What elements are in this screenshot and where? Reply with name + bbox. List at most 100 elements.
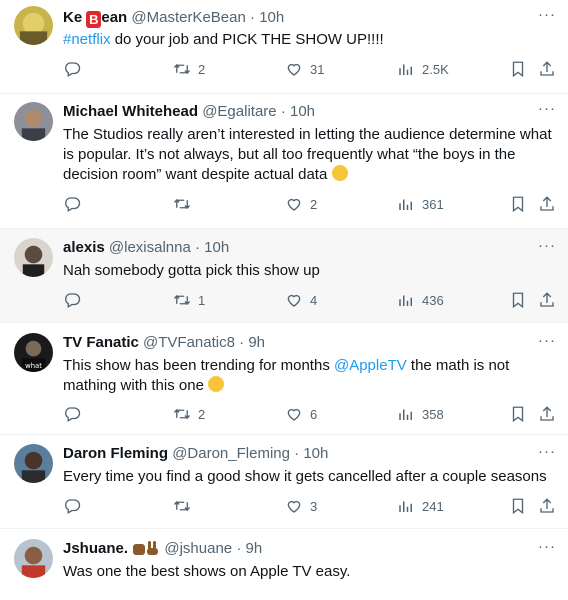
tweet[interactable]: Daron Fleming @Daron_Fleming · 10h ··· E… (0, 435, 568, 529)
views-chart-icon (397, 291, 415, 309)
retweet-icon (173, 497, 191, 515)
heart-icon (285, 195, 303, 213)
retweet-icon (173, 405, 191, 423)
separator: · (236, 540, 242, 557)
bookmark-button[interactable] (509, 193, 527, 215)
reply-button[interactable] (63, 58, 81, 80)
display-name[interactable]: TV Fanatic (63, 334, 139, 351)
tweet-text: Nah somebody gotta pick this show up (63, 262, 320, 279)
timestamp[interactable]: 9h (248, 334, 265, 351)
retweet-button[interactable] (173, 495, 191, 517)
bookmark-button[interactable] (509, 289, 527, 311)
retweet-button[interactable]: 1 (173, 289, 205, 311)
timestamp[interactable]: 9h (246, 540, 263, 557)
tweet-header: Ke Bean @MasterKeBean · 10h (63, 9, 284, 28)
bookmark-button[interactable] (509, 403, 527, 425)
share-button[interactable] (538, 193, 556, 215)
display-name[interactable]: Daron Fleming (63, 445, 168, 462)
display-name[interactable]: alexis (63, 239, 105, 256)
tweet-actions: 1 4 436 (63, 289, 558, 311)
tweet-actions: 2 6 358 (63, 403, 558, 425)
tweet-actions: 3 241 (63, 495, 558, 517)
handle[interactable]: @MasterKeBean (131, 9, 245, 26)
more-options-icon[interactable]: ··· (538, 539, 556, 554)
display-name[interactable]: Jshuane. (63, 540, 160, 557)
reply-button[interactable] (63, 193, 81, 215)
like-button[interactable]: 2 (285, 193, 317, 215)
handle[interactable]: @jshuane (164, 540, 232, 557)
mention-link[interactable]: @AppleTV (334, 357, 407, 374)
tweet-header: Michael Whitehead @Egalitare · 10h (63, 103, 315, 121)
avatar[interactable] (14, 539, 53, 578)
like-button[interactable]: 6 (285, 403, 317, 425)
views-button[interactable]: 241 (397, 495, 444, 517)
separator: · (294, 445, 300, 462)
share-icon (538, 405, 556, 423)
share-button[interactable] (538, 58, 556, 80)
bookmark-icon (509, 405, 527, 423)
share-button[interactable] (538, 495, 556, 517)
like-button[interactable]: 31 (285, 58, 324, 80)
tweet[interactable]: Jshuane. @jshuane · 9h ··· Was one the b… (0, 529, 568, 600)
handle[interactable]: @TVFanatic8 (143, 334, 235, 351)
retweet-button[interactable] (173, 193, 191, 215)
tweet[interactable]: Ke Bean @MasterKeBean · 10h ··· #netflix… (0, 0, 568, 94)
display-name[interactable]: Michael Whitehead (63, 103, 198, 120)
heart-icon (285, 497, 303, 515)
avatar[interactable]: what (14, 333, 53, 372)
svg-text:what: what (25, 362, 42, 370)
views-button[interactable]: 361 (397, 193, 444, 215)
more-options-icon[interactable]: ··· (538, 101, 556, 116)
heart-icon (285, 60, 303, 78)
like-count: 31 (310, 61, 325, 77)
retweet-count: 2 (198, 61, 206, 77)
tweet[interactable]: what TV Fanatic @TVFanatic8 · 9h ··· Thi… (0, 323, 568, 435)
handle[interactable]: @Daron_Fleming (172, 445, 290, 462)
more-options-icon[interactable]: ··· (538, 7, 556, 22)
bookmark-icon (509, 60, 527, 78)
reply-button[interactable] (63, 289, 81, 311)
avatar[interactable] (14, 102, 53, 141)
more-options-icon[interactable]: ··· (538, 444, 556, 459)
tweet-header: Jshuane. @jshuane · 9h (63, 540, 262, 558)
views-button[interactable]: 436 (397, 289, 444, 311)
tweet[interactable]: Michael Whitehead @Egalitare · 10h ··· T… (0, 94, 568, 229)
timestamp[interactable]: 10h (303, 445, 328, 462)
separator: · (250, 9, 256, 26)
avatar[interactable] (14, 444, 53, 483)
retweet-button[interactable]: 2 (173, 403, 205, 425)
bookmark-button[interactable] (509, 58, 527, 80)
reply-button[interactable] (63, 403, 81, 425)
like-count: 2 (310, 196, 318, 212)
hashtag-link[interactable]: #netflix (63, 31, 111, 48)
tweet-header: alexis @lexisalnna · 10h (63, 239, 229, 257)
display-name[interactable]: Ke Bean (63, 9, 127, 28)
share-button[interactable] (538, 289, 556, 311)
timestamp[interactable]: 10h (290, 103, 315, 120)
timestamp[interactable]: 10h (204, 239, 229, 256)
bookmark-button[interactable] (509, 495, 527, 517)
views-button[interactable]: 2.5K (397, 58, 449, 80)
like-button[interactable]: 3 (285, 495, 317, 517)
avatar[interactable] (14, 238, 53, 277)
timestamp[interactable]: 10h (259, 9, 284, 26)
reply-icon (63, 405, 81, 423)
views-button[interactable]: 358 (397, 403, 444, 425)
like-button[interactable]: 4 (285, 289, 317, 311)
reply-button[interactable] (63, 495, 81, 517)
more-options-icon[interactable]: ··· (538, 333, 556, 348)
handle[interactable]: @lexisalnna (109, 239, 191, 256)
reply-feed: Ke Bean @MasterKeBean · 10h ··· #netflix… (0, 0, 568, 600)
handle[interactable]: @Egalitare (202, 103, 276, 120)
views-chart-icon (397, 405, 415, 423)
surprised-emoji (208, 376, 225, 392)
view-count: 2.5K (422, 61, 449, 77)
raised-eyebrow-emoji (331, 165, 348, 181)
retweet-button[interactable]: 2 (173, 58, 205, 80)
share-button[interactable] (538, 403, 556, 425)
victory-hand-emoji (147, 541, 159, 555)
avatar[interactable] (14, 6, 53, 45)
tweet[interactable]: alexis @lexisalnna · 10h ··· Nah somebod… (0, 229, 568, 323)
like-count: 4 (310, 292, 318, 308)
more-options-icon[interactable]: ··· (538, 238, 556, 253)
